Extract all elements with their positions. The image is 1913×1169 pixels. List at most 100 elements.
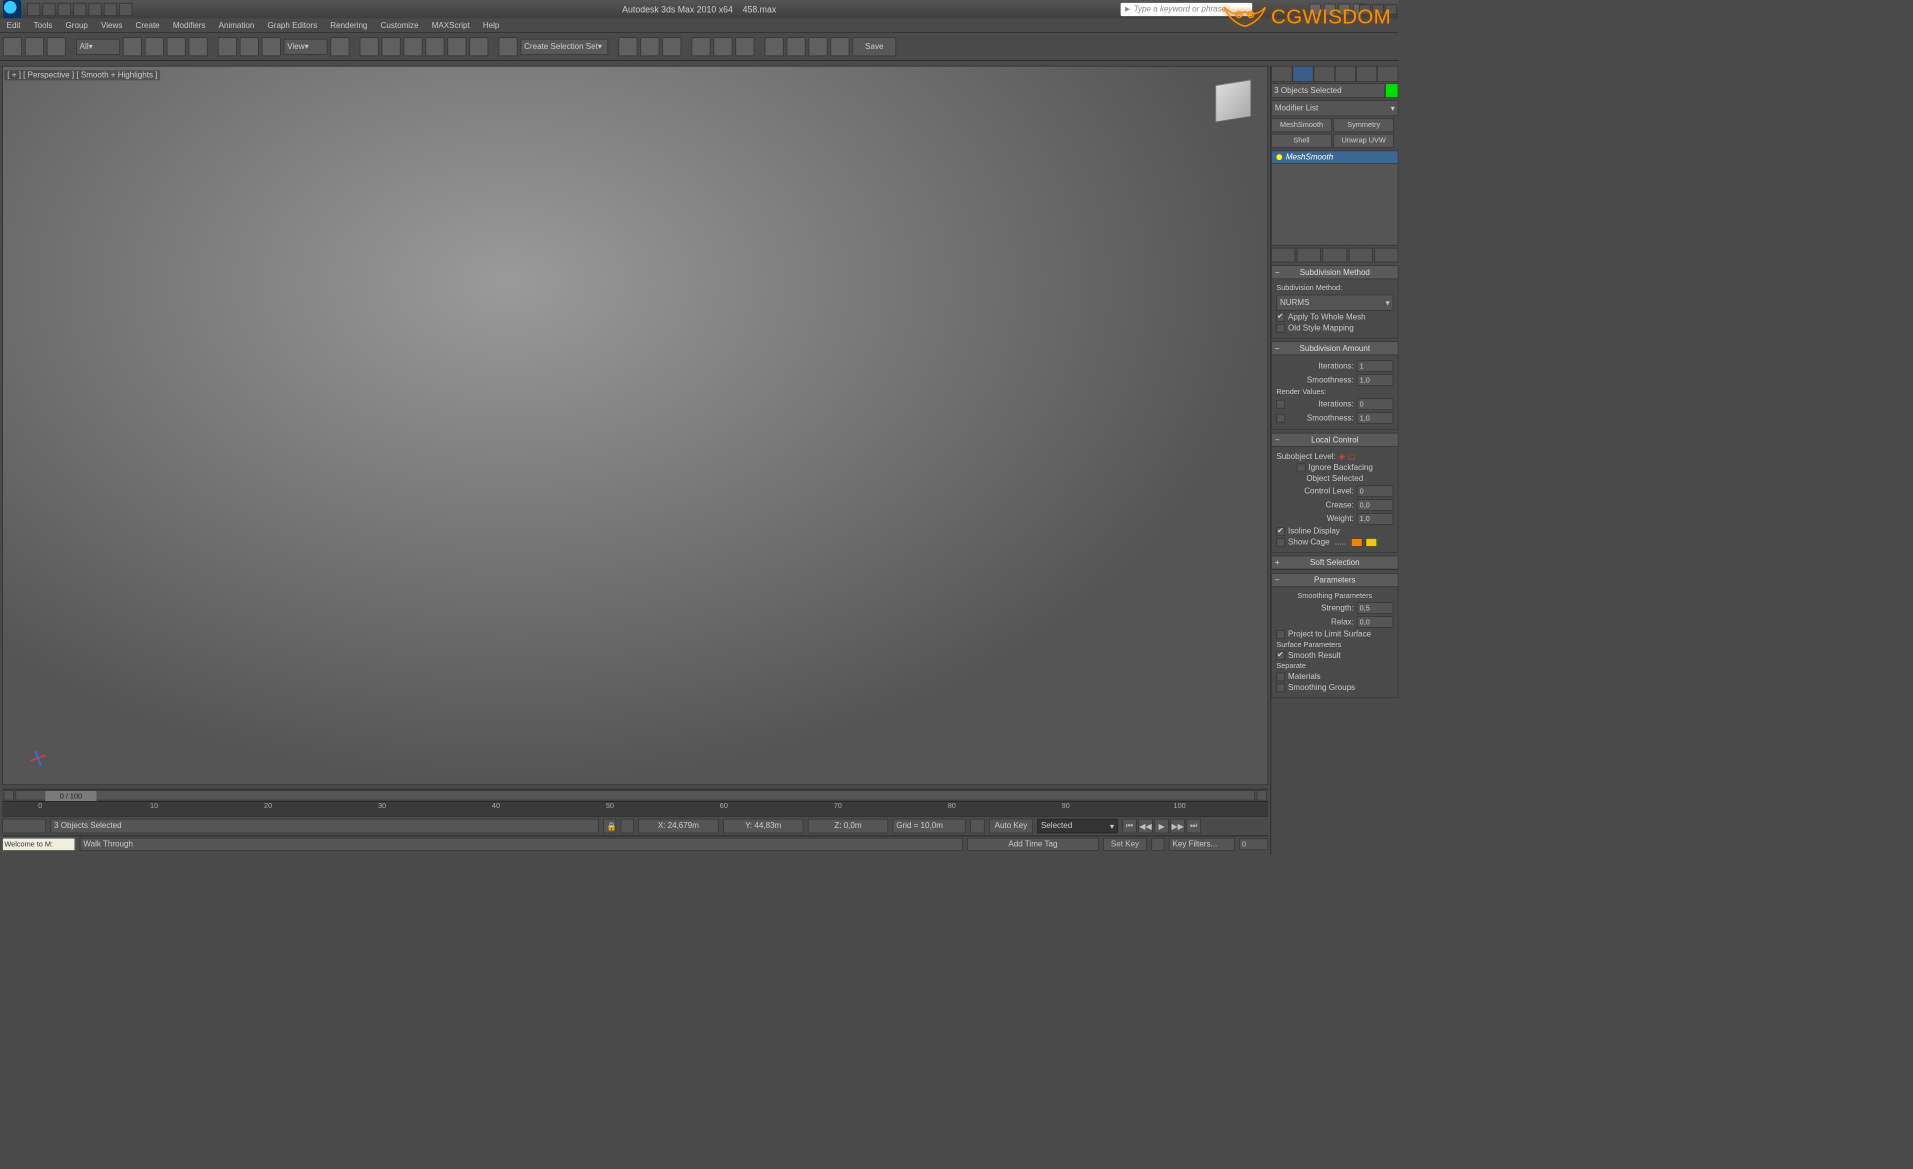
old-style-mapping-checkbox[interactable] <box>1276 324 1285 333</box>
sep-materials-checkbox[interactable] <box>1276 673 1285 682</box>
modifier-btn-shell[interactable]: Shell <box>1271 134 1332 148</box>
snap-toggle-icon[interactable] <box>404 37 423 56</box>
cage-color-2[interactable] <box>1366 538 1378 547</box>
current-frame-spinner[interactable]: 0 <box>1239 838 1268 850</box>
project-limit-checkbox[interactable] <box>1276 630 1285 639</box>
bind-spacewarp-icon[interactable] <box>47 37 66 56</box>
menu-rendering[interactable]: Rendering <box>324 21 374 30</box>
show-cage-checkbox[interactable] <box>1276 538 1285 547</box>
menu-customize[interactable]: Customize <box>374 21 425 30</box>
stack-bulb-icon[interactable] <box>1276 154 1282 160</box>
modifier-btn-meshsmooth[interactable]: MeshSmooth <box>1271 118 1332 132</box>
object-name-field[interactable] <box>1271 83 1385 98</box>
viewport-label[interactable]: [ + ] [ Perspective ] [ Smooth + Highlig… <box>4 70 160 80</box>
weight-spinner[interactable]: 1,0 <box>1357 513 1394 525</box>
goto-end-icon[interactable]: ⏭ <box>1186 819 1201 834</box>
crease-spinner[interactable]: 0,0 <box>1357 499 1394 511</box>
script-listener-toggle[interactable] <box>2 819 46 834</box>
modifier-stack[interactable]: MeshSmooth <box>1271 151 1398 246</box>
smoothness-spinner[interactable]: 1,0 <box>1357 374 1394 386</box>
qat-save-icon[interactable] <box>58 3 71 16</box>
object-color-swatch[interactable] <box>1385 83 1398 98</box>
layer-manager-icon[interactable] <box>662 37 681 56</box>
spinner-snap-icon[interactable] <box>469 37 488 56</box>
track-bar[interactable]: 0 10 20 30 40 50 60 70 80 90 100 <box>2 801 1268 816</box>
ignore-backfacing-checkbox[interactable] <box>1297 463 1306 472</box>
qat-dropdown-icon[interactable] <box>119 3 132 16</box>
named-selection-dropdown[interactable]: Create Selection Set ▾ <box>520 38 608 54</box>
modifier-list-dropdown[interactable]: Modifier List▾ <box>1271 100 1398 116</box>
named-selection-icon[interactable] <box>499 37 518 56</box>
menu-create[interactable]: Create <box>129 21 166 30</box>
zoom-extents-all-icon[interactable] <box>1254 811 1269 826</box>
modifier-btn-symmetry[interactable]: Symmetry <box>1333 118 1394 132</box>
add-time-tag[interactable]: Add Time Tag <box>967 838 1099 851</box>
selection-filter-dropdown[interactable]: All ▾ <box>76 38 120 54</box>
subobj-vertex-icon[interactable]: ◈ <box>1339 452 1345 462</box>
perspective-viewport[interactable] <box>2 66 1268 785</box>
align-icon[interactable] <box>640 37 659 56</box>
select-region-icon[interactable] <box>167 37 186 56</box>
render-production-icon[interactable] <box>808 37 827 56</box>
percent-snap-icon[interactable] <box>447 37 466 56</box>
set-key-button[interactable]: Set Key <box>1103 838 1147 851</box>
menu-views[interactable]: Views <box>94 21 128 30</box>
z-coord[interactable]: Z:0,0m <box>808 819 888 834</box>
stack-item-meshsmooth[interactable]: MeshSmooth <box>1272 151 1398 163</box>
zoom-extents-icon[interactable] <box>1238 811 1253 826</box>
sep-smoothing-checkbox[interactable] <box>1276 683 1285 692</box>
menu-tools[interactable]: Tools <box>27 21 59 30</box>
rotate-icon[interactable] <box>240 37 259 56</box>
control-level-spinner[interactable]: 0 <box>1357 485 1394 497</box>
link-icon[interactable] <box>3 37 22 56</box>
coord-display-mode-icon[interactable] <box>621 819 634 834</box>
y-coord[interactable]: Y:44,83m <box>723 819 803 834</box>
rollout-header[interactable]: −Subdivision Method <box>1272 266 1398 279</box>
angle-snap-icon[interactable] <box>425 37 444 56</box>
select-by-name-icon[interactable] <box>145 37 164 56</box>
show-end-result-icon[interactable] <box>1297 248 1321 263</box>
tab-hierarchy[interactable] <box>1314 66 1335 82</box>
render-smoothness-checkbox[interactable] <box>1276 414 1285 423</box>
strength-spinner[interactable]: 0,5 <box>1357 602 1394 614</box>
schematic-view-icon[interactable] <box>713 37 732 56</box>
window-crossing-icon[interactable] <box>189 37 208 56</box>
time-slider-prev-icon[interactable] <box>4 790 14 800</box>
auto-key-button[interactable]: Auto Key <box>989 819 1033 834</box>
pivot-center-icon[interactable] <box>330 37 349 56</box>
rollout-header[interactable]: +Soft Selection <box>1272 556 1398 569</box>
zoom-all-icon[interactable] <box>1222 811 1237 826</box>
tab-motion[interactable] <box>1335 66 1356 82</box>
prev-frame-icon[interactable]: ◀◀ <box>1138 819 1153 834</box>
rendered-frame-icon[interactable] <box>787 37 806 56</box>
menu-edit[interactable]: Edit <box>0 21 27 30</box>
manipulate-icon[interactable] <box>360 37 379 56</box>
render-iterations-spinner[interactable]: 0 <box>1357 398 1394 410</box>
menu-help[interactable]: Help <box>476 21 506 30</box>
goto-start-icon[interactable]: ⏮ <box>1122 819 1137 834</box>
make-unique-icon[interactable] <box>1323 248 1347 263</box>
app-icon[interactable] <box>3 0 21 18</box>
menu-graph-editors[interactable]: Graph Editors <box>261 21 324 30</box>
unlink-icon[interactable] <box>25 37 44 56</box>
key-mode-dropdown[interactable]: Selected▾ <box>1037 819 1117 834</box>
qat-project-icon[interactable] <box>104 3 117 16</box>
mirror-icon[interactable] <box>618 37 637 56</box>
qat-undo-icon[interactable] <box>73 3 86 16</box>
viewcube[interactable] <box>1215 79 1251 122</box>
time-slider[interactable]: 0 / 100 <box>2 789 1268 801</box>
x-coord[interactable]: X:24,679m <box>638 819 718 834</box>
menu-maxscript[interactable]: MAXScript <box>425 21 476 30</box>
maxscript-mini-listener[interactable]: Welcome to M: <box>2 838 75 851</box>
scale-icon[interactable] <box>262 37 281 56</box>
play-icon[interactable]: ▶ <box>1154 819 1169 834</box>
modifier-btn-unwrap[interactable]: Unwrap UVW <box>1333 134 1394 148</box>
time-config-icon[interactable] <box>970 819 985 834</box>
relax-spinner[interactable]: 0,0 <box>1357 616 1394 628</box>
save-button[interactable]: Save <box>852 37 896 56</box>
select-object-icon[interactable] <box>123 37 142 56</box>
subdiv-method-dropdown[interactable]: NURMS▾ <box>1276 295 1393 311</box>
qat-open-icon[interactable] <box>42 3 55 16</box>
menu-modifiers[interactable]: Modifiers <box>166 21 212 30</box>
smooth-result-checkbox[interactable] <box>1276 651 1285 660</box>
